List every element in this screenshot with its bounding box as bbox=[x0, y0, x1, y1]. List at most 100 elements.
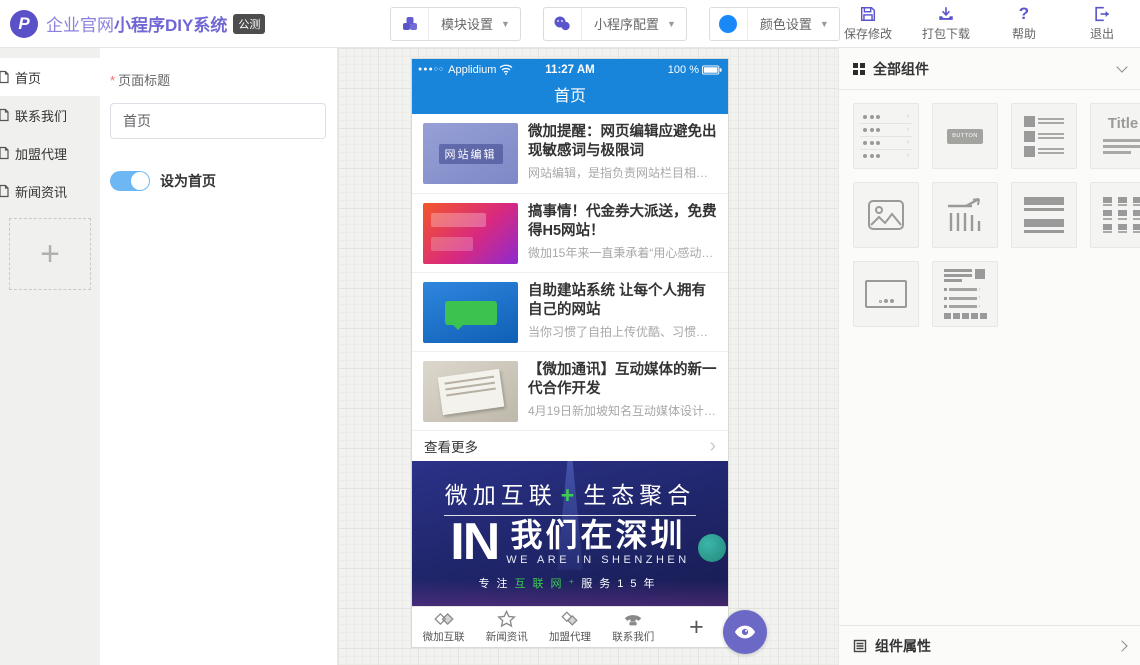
all-components-header[interactable]: 全部组件 bbox=[839, 48, 1140, 90]
plus-icon: + bbox=[561, 482, 579, 508]
sidebar-item-news[interactable]: 新闻资讯 bbox=[0, 172, 100, 210]
plus-icon: + bbox=[689, 615, 704, 640]
news-title: 搞事情！代金券大派送，免费得H5网站！ bbox=[528, 203, 717, 241]
download-icon bbox=[937, 5, 955, 23]
component-cards: › › › › BUTTON Title bbox=[839, 90, 1140, 340]
component-card-banner-rows[interactable] bbox=[1011, 182, 1077, 248]
cubes-icon bbox=[391, 8, 429, 40]
settings-dropdowns: 模块设置 ▼ 小程序配置 ▼ 颜色设置 ▼ bbox=[390, 7, 840, 41]
preview-eye-button[interactable] bbox=[723, 610, 767, 654]
page-properties-panel: *页面标题 设为首页 bbox=[100, 48, 338, 665]
image-glyph bbox=[867, 199, 905, 231]
title-glyph: Title bbox=[1108, 116, 1139, 131]
color-settings-dropdown[interactable]: 颜色设置 ▼ bbox=[709, 7, 840, 41]
properties-icon bbox=[853, 639, 867, 653]
news-list: 网站编辑 微加提醒：网页编辑应避免出现敏感词与极限词 网站编辑，是指负责网站栏目… bbox=[412, 114, 728, 430]
tab-news[interactable]: 新闻资讯 bbox=[475, 607, 538, 647]
news-thumbnail bbox=[423, 361, 518, 422]
sidebar-item-contact[interactable]: 联系我们 bbox=[0, 96, 100, 134]
battery-icon bbox=[702, 65, 722, 75]
module-settings-dropdown[interactable]: 模块设置 ▼ bbox=[390, 7, 521, 41]
news-item[interactable]: 自助建站系统 让每个人拥有自己的网站 当你习惯了自拍上传优酷、习惯了写点小... bbox=[412, 272, 728, 351]
pages-sidebar: 首页 联系我们 加盟代理 新闻资讯 + bbox=[0, 48, 100, 665]
set-homepage-toggle[interactable] bbox=[110, 171, 150, 191]
save-icon bbox=[859, 5, 877, 23]
sidebar-item-home[interactable]: 首页 bbox=[0, 58, 100, 96]
news-item[interactable]: 网站编辑 微加提醒：网页编辑应避免出现敏感词与极限词 网站编辑，是指负责网站栏目… bbox=[412, 114, 728, 193]
stats-arrow-glyph bbox=[946, 197, 984, 233]
wifi-icon bbox=[499, 64, 513, 75]
icon-grid-glyph bbox=[1103, 197, 1140, 234]
component-card-list-menu[interactable]: › › › › bbox=[853, 103, 919, 169]
page-title-input[interactable] bbox=[110, 103, 326, 139]
phone-nav-title: 首页 bbox=[412, 80, 728, 114]
banner-dot-decor bbox=[698, 534, 726, 562]
tab-weijia[interactable]: 微加互联 bbox=[412, 607, 475, 647]
component-card-icon-grid[interactable] bbox=[1090, 182, 1140, 248]
exit-button[interactable]: 退出 bbox=[1076, 5, 1128, 42]
set-homepage-label: 设为首页 bbox=[160, 171, 216, 191]
components-grid-icon bbox=[853, 63, 865, 75]
view-more-link[interactable]: 查看更多 › bbox=[412, 430, 728, 461]
battery-label: 100 % bbox=[668, 64, 699, 76]
news-thumbnail: 网站编辑 bbox=[423, 123, 518, 184]
components-panel: 全部组件 › › › › BUTTON bbox=[838, 48, 1140, 665]
sidebar-item-agent[interactable]: 加盟代理 bbox=[0, 134, 100, 172]
component-card-stats-arrow[interactable] bbox=[932, 182, 998, 248]
help-button[interactable]: ? 帮助 bbox=[998, 5, 1050, 42]
component-card-title-text[interactable]: Title bbox=[1090, 103, 1140, 169]
page-icon bbox=[0, 184, 11, 198]
caret-down-icon: ▼ bbox=[820, 19, 839, 29]
news-thumbnail bbox=[423, 203, 518, 264]
chevron-right-icon: › bbox=[709, 436, 716, 456]
tab-contact[interactable]: 联系我们 bbox=[602, 607, 665, 647]
component-card-image[interactable] bbox=[853, 182, 919, 248]
news-excerpt: 微加15年来一直秉承着“用心感动客户！”的... bbox=[528, 244, 717, 261]
image-text-list-glyph bbox=[1024, 116, 1064, 157]
page-icon bbox=[0, 146, 11, 160]
chevron-right-icon bbox=[1116, 640, 1127, 651]
caret-down-icon: ▼ bbox=[501, 19, 520, 29]
news-item[interactable]: 【微加通讯】互动媒体的新一代合作开发 4月19日新加坡知名互动媒体设计机构Pin… bbox=[412, 351, 728, 430]
news-excerpt: 当你习惯了自拍上传优酷、习惯了写点小... bbox=[528, 323, 717, 340]
phone-tabbar: 微加互联 新闻资讯 加盟代理 联系我们 + bbox=[412, 606, 728, 647]
list-menu-glyph: › › › › bbox=[860, 111, 912, 162]
app-logo-icon: P bbox=[10, 10, 38, 38]
chevron-down-icon bbox=[1116, 61, 1127, 72]
star-icon bbox=[497, 610, 516, 628]
save-button[interactable]: 保存修改 bbox=[842, 5, 894, 42]
banner-main-line: IN 我们在深圳 WE ARE IN SHENZHEN bbox=[450, 518, 689, 567]
news-title: 自助建站系统 让每个人拥有自己的网站 bbox=[528, 282, 717, 320]
eye-icon bbox=[734, 624, 756, 640]
news-excerpt: 4月19日新加坡知名互动媒体设计机构Pinh... bbox=[528, 402, 717, 419]
button-glyph: BUTTON bbox=[947, 129, 983, 144]
required-asterisk: * bbox=[110, 73, 115, 88]
signal-dots: ●●●○○ bbox=[418, 66, 444, 73]
brand: P 企业官网小程序DIY系统 公测 bbox=[0, 10, 330, 38]
caret-down-icon: ▼ bbox=[667, 19, 686, 29]
tab-agent[interactable]: 加盟代理 bbox=[538, 607, 601, 647]
component-card-image-text-list[interactable] bbox=[1011, 103, 1077, 169]
telephone-icon bbox=[623, 610, 643, 628]
app-title: 企业官网小程序DIY系统 bbox=[46, 11, 227, 36]
wechat-icon bbox=[544, 8, 582, 40]
beta-badge: 公测 bbox=[233, 14, 265, 34]
news-item[interactable]: 搞事情！代金券大派送，免费得H5网站！ 微加15年来一直秉承着“用心感动客户！”… bbox=[412, 193, 728, 272]
phone-preview: ●●●○○ Applidium 11:27 AM 100 % 首页 网站编辑 微… bbox=[411, 58, 729, 648]
exit-icon bbox=[1093, 5, 1111, 23]
component-card-article-page[interactable]: › › › bbox=[932, 261, 998, 327]
tags-icon bbox=[434, 610, 454, 628]
top-toolbar: P 企业官网小程序DIY系统 公测 模块设置 ▼ 小程序配置 ▼ bbox=[0, 0, 1140, 48]
download-button[interactable]: 打包下载 bbox=[920, 5, 972, 42]
component-card-button[interactable]: BUTTON bbox=[932, 103, 998, 169]
help-icon: ? bbox=[1019, 5, 1029, 23]
component-properties-footer[interactable]: 组件属性 bbox=[839, 625, 1140, 665]
color-circle-icon bbox=[710, 8, 748, 40]
phone-statusbar: ●●●○○ Applidium 11:27 AM 100 % bbox=[412, 59, 728, 80]
component-card-carousel[interactable] bbox=[853, 261, 919, 327]
promo-banner[interactable]: 微加互联+生态聚合 IN 我们在深圳 WE ARE IN SHENZHEN 专注… bbox=[412, 461, 728, 606]
news-thumbnail bbox=[423, 282, 518, 343]
add-page-button[interactable]: + bbox=[9, 218, 91, 290]
miniprogram-config-dropdown[interactable]: 小程序配置 ▼ bbox=[543, 7, 687, 41]
tab-add-button[interactable]: + bbox=[665, 607, 728, 647]
